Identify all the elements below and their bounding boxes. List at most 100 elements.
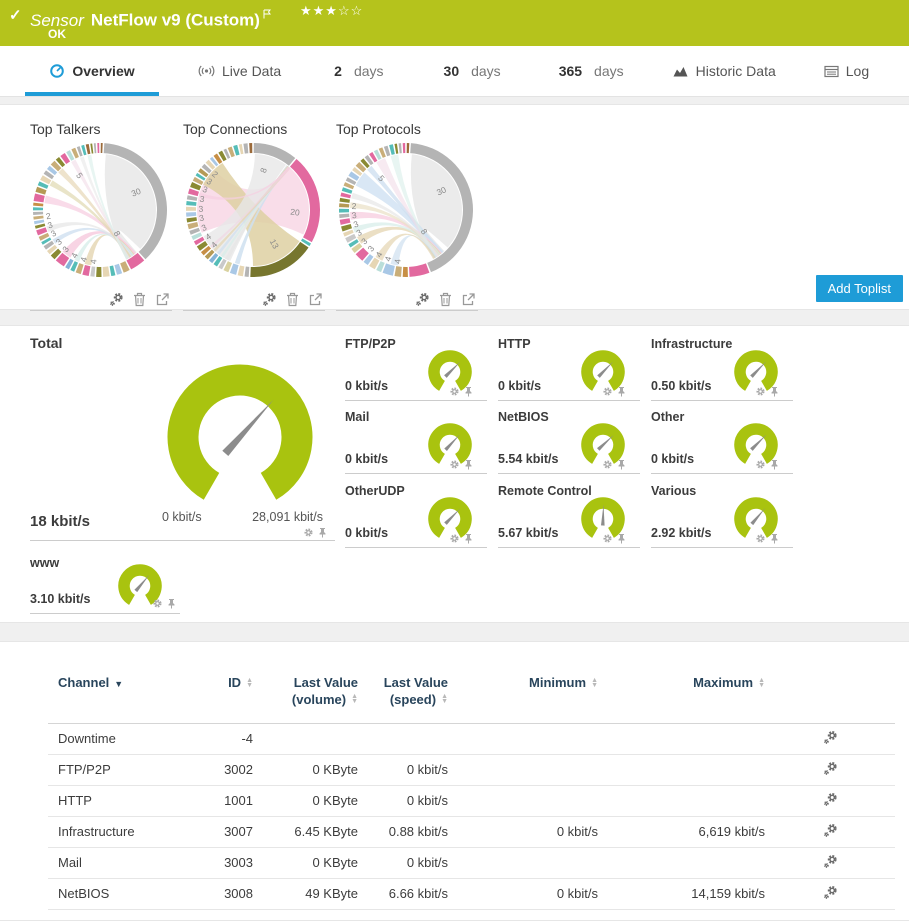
settings-icon[interactable] (152, 598, 163, 609)
cell-id: 3008 (198, 878, 253, 909)
tab-day-word: days (354, 63, 384, 79)
gauge-value: 0.50 kbit/s (651, 379, 711, 393)
pin-icon[interactable] (464, 386, 473, 397)
tab-365-days[interactable]: 365 days (545, 46, 638, 96)
channel-settings-icon[interactable] (823, 823, 838, 838)
delete-icon[interactable] (439, 292, 452, 307)
column-header-minimum[interactable]: Minimum▲▼ (448, 669, 598, 723)
open-external-icon[interactable] (308, 292, 323, 307)
column-header-lastvalue-volume[interactable]: Last Value(volume)▲▼ (253, 669, 358, 723)
gauge-value: 5.54 kbit/s (498, 452, 558, 466)
pin-icon[interactable] (770, 533, 779, 544)
cell-maximum: 6,619 kbit/s (598, 816, 765, 847)
chord-chart[interactable]: 305844433332 (30, 142, 170, 278)
settings-icon[interactable] (109, 292, 124, 307)
channel-settings-icon[interactable] (823, 792, 838, 807)
pin-icon[interactable] (167, 598, 176, 609)
cell-maximum (598, 754, 765, 785)
pin-icon[interactable] (464, 533, 473, 544)
table-row-http: HTTP 1001 0 KByte 0 kbit/s (48, 785, 895, 816)
tab-day-word: days (594, 63, 624, 79)
column-header-channel[interactable]: Channel▼ (48, 669, 198, 723)
sort-icon: ▲▼ (351, 695, 358, 705)
gauge-value: 2.92 kbit/s (651, 526, 711, 540)
pin-icon[interactable] (464, 459, 473, 470)
gauge-tile-ftp: FTP/P2P 0 kbit/s (345, 337, 487, 401)
gauge-tile-otherudp: OtherUDP 0 kbit/s (345, 484, 487, 548)
settings-icon[interactable] (449, 386, 460, 397)
settings-icon[interactable] (602, 386, 613, 397)
cell-speed: 0 kbit/s (358, 785, 448, 816)
settings-icon[interactable] (262, 292, 277, 307)
open-external-icon[interactable] (461, 292, 476, 307)
table-row-downtime: Downtime -4 (48, 723, 895, 754)
pin-icon[interactable] (617, 386, 626, 397)
cell-volume (253, 723, 358, 754)
chord-chart[interactable]: 3058444333332 (336, 142, 476, 278)
channel-settings-icon[interactable] (823, 761, 838, 776)
toplists-panel: Top Talkers 305844433332 Top Connections… (0, 104, 909, 310)
settings-icon[interactable] (755, 459, 766, 470)
gauge-value: 5.67 kbit/s (498, 526, 558, 540)
cell-maximum (598, 723, 765, 754)
cell-channel: Downtime (48, 723, 198, 754)
tab-bar: Overview Live Data 2 days 30 days 365 da… (0, 46, 909, 97)
settings-icon[interactable] (755, 533, 766, 544)
sort-desc-icon: ▼ (114, 679, 123, 689)
table-row-ftp: FTP/P2P 3002 0 KByte 0 kbit/s (48, 754, 895, 785)
page-title: NetFlow v9 (Custom) (91, 11, 260, 30)
gauge-min-label: 0 kbit/s (162, 510, 202, 524)
cell-minimum (448, 785, 598, 816)
delete-icon[interactable] (133, 292, 146, 307)
settings-icon[interactable] (602, 533, 613, 544)
settings-icon[interactable] (449, 459, 460, 470)
svg-text:3: 3 (198, 204, 203, 214)
chord-chart[interactable]: 82013443333332 (183, 142, 323, 278)
pin-icon[interactable] (617, 533, 626, 544)
log-icon (824, 65, 839, 78)
status-badge: OK (48, 27, 66, 41)
pin-icon[interactable] (617, 459, 626, 470)
column-header-lastvalue-speed[interactable]: Last Value(speed)▲▼ (358, 669, 448, 723)
add-toplist-button[interactable]: Add Toplist (816, 275, 903, 302)
svg-text:20: 20 (290, 207, 301, 218)
status-check-icon: ✓ (9, 6, 22, 24)
priority-stars[interactable]: ★★★☆☆ (300, 3, 363, 19)
flag-icon[interactable] (263, 4, 272, 23)
tab-label: Log (846, 63, 869, 79)
settings-icon[interactable] (449, 533, 460, 544)
delete-icon[interactable] (286, 292, 299, 307)
settings-icon[interactable] (303, 527, 314, 538)
gauge-max-label: 28,091 kbit/s (252, 510, 323, 524)
channel-settings-icon[interactable] (823, 854, 838, 869)
open-external-icon[interactable] (155, 292, 170, 307)
tab-live-data[interactable]: Live Data (184, 46, 295, 96)
settings-icon[interactable] (415, 292, 430, 307)
table-row-mail: Mail 3003 0 KByte 0 kbit/s (48, 847, 895, 878)
cell-volume: 0 KByte (253, 847, 358, 878)
pin-icon[interactable] (770, 459, 779, 470)
pin-icon[interactable] (318, 527, 327, 538)
tab-historic-data[interactable]: Historic Data (658, 46, 790, 96)
column-header-id[interactable]: ID▲▼ (198, 669, 253, 723)
cell-maximum: 14,159 kbit/s (598, 878, 765, 909)
column-header-maximum[interactable]: Maximum▲▼ (598, 669, 765, 723)
tab-overview[interactable]: Overview (25, 46, 159, 96)
channel-settings-icon[interactable] (823, 730, 838, 745)
tab-30-days[interactable]: 30 days (430, 46, 515, 96)
gauge-value: 0 kbit/s (345, 452, 388, 466)
tab-2-days[interactable]: 2 days (320, 46, 397, 96)
gauge-tile-www: www 3.10 kbit/s (30, 556, 180, 614)
pin-icon[interactable] (770, 386, 779, 397)
tab-log[interactable]: Log (810, 46, 883, 96)
cell-volume: 6.45 KByte (253, 816, 358, 847)
tab-day-number: 365 (559, 63, 582, 79)
toplist-actions (415, 292, 476, 307)
settings-icon[interactable] (602, 459, 613, 470)
settings-icon[interactable] (755, 386, 766, 397)
table-row-infrastructure: Infrastructure 3007 6.45 KByte 0.88 kbit… (48, 816, 895, 847)
table-row-netbios: NetBIOS 3008 49 KByte 6.66 kbit/s 0 kbit… (48, 878, 895, 909)
toplist-title: Top Talkers (30, 121, 172, 137)
channel-settings-icon[interactable] (823, 885, 838, 900)
svg-text:4: 4 (392, 258, 402, 264)
